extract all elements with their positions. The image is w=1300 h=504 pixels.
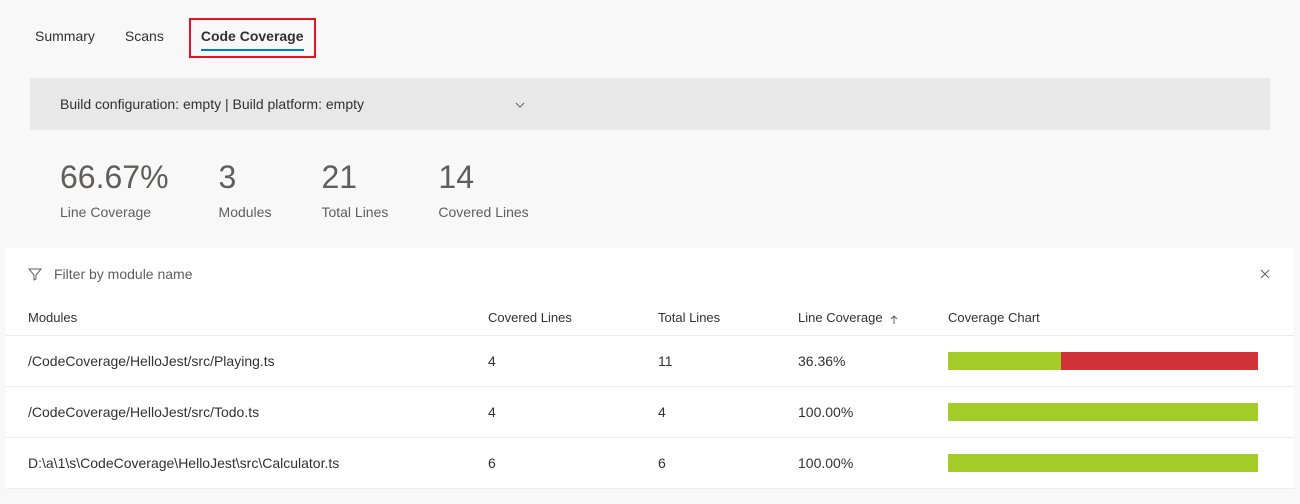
metric-total-lines: 21 Total Lines — [321, 158, 388, 220]
metric-value: 14 — [438, 158, 528, 196]
cell-coverage: 100.00% — [798, 455, 948, 471]
cell-chart — [948, 352, 1272, 370]
filter-icon — [28, 267, 42, 281]
header-chart[interactable]: Coverage Chart — [948, 310, 1272, 325]
metric-value: 3 — [219, 158, 272, 196]
tab-code-coverage[interactable]: Code Coverage — [189, 18, 316, 58]
table-row[interactable]: D:\a\1\s\CodeCoverage\HelloJest\src\Calc… — [6, 438, 1294, 489]
tabs-bar: Summary Scans Code Coverage — [0, 0, 1300, 58]
metrics-row: 66.67% Line Coverage 3 Modules 21 Total … — [30, 130, 1270, 248]
cell-total: 4 — [658, 404, 798, 420]
metric-value: 66.67% — [60, 158, 169, 196]
header-total[interactable]: Total Lines — [658, 310, 798, 325]
cell-covered: 6 — [488, 455, 658, 471]
metric-value: 21 — [321, 158, 388, 196]
table-row[interactable]: /CodeCoverage/HelloJest/src/Todo.ts 4 4 … — [6, 387, 1294, 438]
coverage-bar-green — [948, 352, 1061, 370]
metric-label: Total Lines — [321, 204, 388, 220]
coverage-bar — [948, 454, 1258, 472]
cell-module: /CodeCoverage/HelloJest/src/Todo.ts — [28, 404, 488, 420]
coverage-bar-green — [948, 454, 1258, 472]
filter-input[interactable] — [54, 266, 1246, 282]
close-icon[interactable] — [1258, 267, 1272, 281]
tab-summary[interactable]: Summary — [30, 28, 100, 58]
metric-label: Covered Lines — [438, 204, 528, 220]
cell-coverage: 100.00% — [798, 404, 948, 420]
filter-bar — [6, 248, 1294, 300]
metric-line-coverage: 66.67% Line Coverage — [60, 158, 169, 220]
header-modules[interactable]: Modules — [28, 310, 488, 325]
header-coverage[interactable]: Line Coverage — [798, 310, 948, 325]
coverage-table: Modules Covered Lines Total Lines Line C… — [6, 248, 1294, 489]
coverage-bar-red — [1061, 352, 1258, 370]
cell-coverage: 36.36% — [798, 353, 948, 369]
table-row[interactable]: /CodeCoverage/HelloJest/src/Playing.ts 4… — [6, 336, 1294, 387]
coverage-bar — [948, 403, 1258, 421]
cell-covered: 4 — [488, 404, 658, 420]
tab-scans[interactable]: Scans — [120, 28, 169, 58]
config-bar[interactable]: Build configuration: empty | Build platf… — [30, 78, 1270, 130]
metric-covered-lines: 14 Covered Lines — [438, 158, 528, 220]
cell-total: 6 — [658, 455, 798, 471]
header-coverage-label: Line Coverage — [798, 310, 883, 325]
coverage-bar — [948, 352, 1258, 370]
cell-covered: 4 — [488, 353, 658, 369]
header-covered[interactable]: Covered Lines — [488, 310, 658, 325]
config-text: Build configuration: empty | Build platf… — [60, 96, 364, 112]
sort-ascending-icon — [889, 313, 899, 323]
metric-label: Modules — [219, 204, 272, 220]
coverage-bar-green — [948, 403, 1258, 421]
cell-total: 11 — [658, 353, 798, 369]
chevron-down-icon — [514, 98, 526, 110]
cell-module: /CodeCoverage/HelloJest/src/Playing.ts — [28, 353, 488, 369]
cell-chart — [948, 403, 1272, 421]
cell-chart — [948, 454, 1272, 472]
table-header: Modules Covered Lines Total Lines Line C… — [6, 300, 1294, 336]
metric-label: Line Coverage — [60, 204, 169, 220]
metric-modules: 3 Modules — [219, 158, 272, 220]
cell-module: D:\a\1\s\CodeCoverage\HelloJest\src\Calc… — [28, 455, 488, 471]
